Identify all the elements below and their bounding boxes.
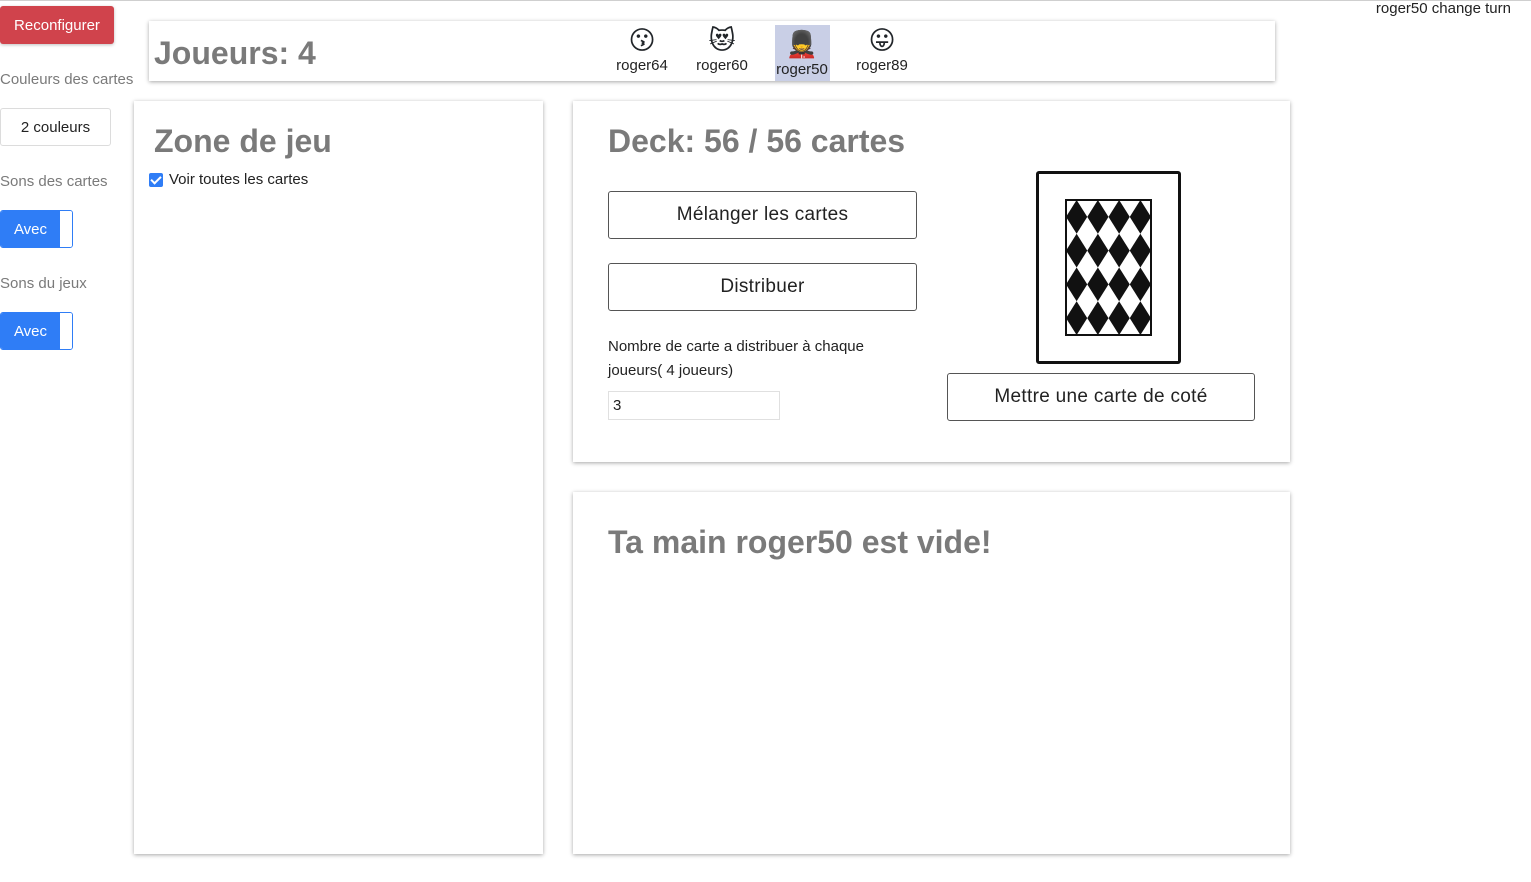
player-avatar-icon: 😛 [868,25,896,55]
set-aside-card-button[interactable]: Mettre une carte de coté [947,373,1255,421]
hand-title: Ta main roger50 est vide! [608,524,992,560]
player-roger50[interactable]: 💂 roger50 [762,21,842,81]
game-sounds-toggle[interactable]: Avec [0,312,73,350]
deck-title: Deck: 56 / 56 cartes [608,123,906,159]
player-avatar-icon: 😻 [708,25,736,55]
player-avatar-icon: 💂 [785,29,819,59]
deck-panel: Deck: 56 / 56 cartes Mélanger les cartes… [573,101,1290,462]
player-roger89[interactable]: 😛 roger89 [842,21,922,81]
players-title: Joueurs: 4 [154,35,316,71]
play-zone-panel: Zone de jeu Voir toutes les cartes [134,101,543,854]
game-sounds-toggle-label: Avec [1,313,60,349]
top-divider [0,0,1531,1]
card-colors-label: Couleurs des cartes [0,71,134,88]
card-sounds-toggle-knob [59,211,72,247]
shuffle-button[interactable]: Mélanger les cartes [608,191,917,239]
deck-card-back[interactable] [1036,171,1181,364]
reconfigure-button[interactable]: Reconfigurer [0,6,114,44]
checkbox-checked-icon[interactable] [149,172,163,187]
player-name: roger60 [696,57,748,74]
player-roger60[interactable]: 😻 roger60 [682,21,762,81]
turn-status: roger50 change turn [1375,0,1511,17]
game-sounds-toggle-knob [59,313,72,349]
diamond-pattern-icon [1065,199,1152,336]
player-name: roger64 [616,57,668,74]
player-avatar-icon: 😗 [628,25,656,55]
player-name: roger50 [776,61,828,78]
deal-count-label: Nombre de carte a distribuer à chaque jo… [608,338,864,379]
players-bar: Joueurs: 4 😗 roger64 😻 roger60 💂 roger50… [149,21,1275,81]
card-sounds-toggle-label: Avec [1,211,60,247]
card-colors-button[interactable]: 2 couleurs [0,108,111,146]
play-zone-title: Zone de jeu [154,123,332,159]
player-roger64[interactable]: 😗 roger64 [602,21,682,81]
player-name: roger89 [856,57,908,74]
deal-button[interactable]: Distribuer [608,263,917,311]
hand-panel: Ta main roger50 est vide! [573,492,1290,854]
show-all-cards-label: Voir toutes les cartes [169,171,309,188]
card-sounds-toggle[interactable]: Avec [0,210,73,248]
card-sounds-label: Sons des cartes [0,173,108,190]
deal-count-input[interactable] [608,391,780,420]
show-all-cards-checkbox[interactable]: Voir toutes les cartes [149,171,308,188]
game-sounds-label: Sons du jeux [0,275,87,292]
players-list: 😗 roger64 😻 roger60 💂 roger50 😛 roger89 [602,21,922,81]
